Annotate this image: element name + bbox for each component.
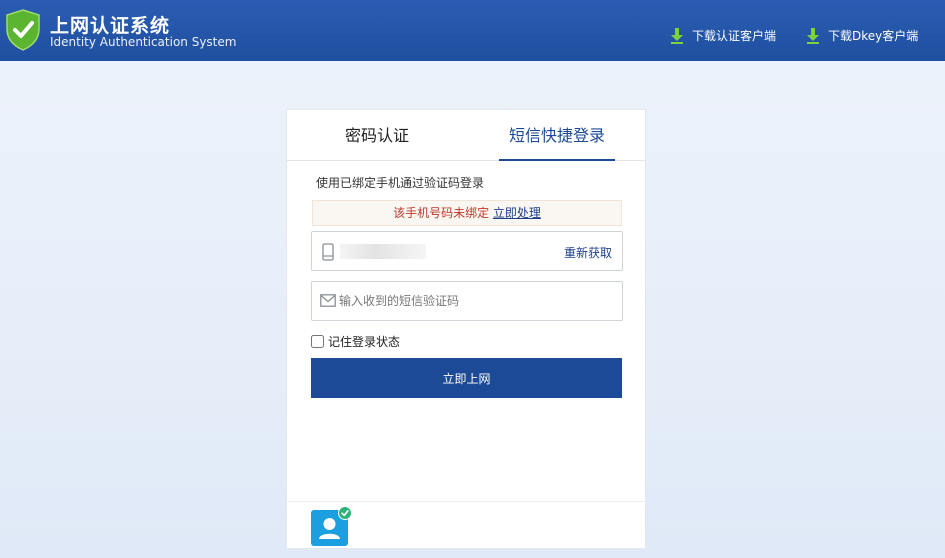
shield-check-icon xyxy=(6,9,40,51)
system-subtitle: Identity Authentication System xyxy=(50,35,237,49)
sms-code-input[interactable] xyxy=(339,291,609,311)
tab-password-login[interactable]: 密码认证 xyxy=(327,110,427,161)
phone-unbound-alert: 该手机号码未绑定 立即处理 xyxy=(312,200,622,226)
phone-icon xyxy=(322,243,334,261)
check-circle-icon xyxy=(338,506,352,520)
alert-text: 该手机号码未绑定 xyxy=(393,206,490,220)
login-tabs: 密码认证 短信快捷登录 xyxy=(287,110,645,161)
handle-now-link[interactable]: 立即处理 xyxy=(493,206,541,220)
remember-login-checkbox[interactable] xyxy=(311,335,324,348)
download-arrow-icon xyxy=(807,27,819,44)
sms-hint-text: 使用已绑定手机通过验证码登录 xyxy=(316,176,485,190)
sms-code-field xyxy=(311,281,623,321)
download-dkey-link[interactable]: 下载Dkey客户端 xyxy=(806,27,918,44)
phone-field: 重新获取 xyxy=(311,231,623,271)
top-header: 上网认证系统 Identity Authentication System 下载… xyxy=(0,0,945,61)
mail-icon xyxy=(320,294,336,307)
download-dkey-label: 下载Dkey客户端 xyxy=(828,29,919,43)
download-client-label: 下载认证客户端 xyxy=(692,29,777,43)
remember-login-option[interactable]: 记住登录状态 xyxy=(311,333,400,350)
tab-sms-login[interactable]: 短信快捷登录 xyxy=(499,110,615,161)
system-title: 上网认证系统 xyxy=(50,15,171,37)
download-client-link[interactable]: 下载认证客户端 xyxy=(670,27,776,44)
remember-login-label: 记住登录状态 xyxy=(328,335,401,349)
login-button[interactable]: 立即上网 xyxy=(311,358,622,398)
download-arrow-icon xyxy=(671,27,683,44)
card-footer-divider xyxy=(287,501,645,502)
login-card: 密码认证 短信快捷登录 使用已绑定手机通过验证码登录 该手机号码未绑定 立即处理… xyxy=(286,109,646,549)
phone-number-masked xyxy=(340,244,426,259)
resend-code-button[interactable]: 重新获取 xyxy=(564,244,612,261)
